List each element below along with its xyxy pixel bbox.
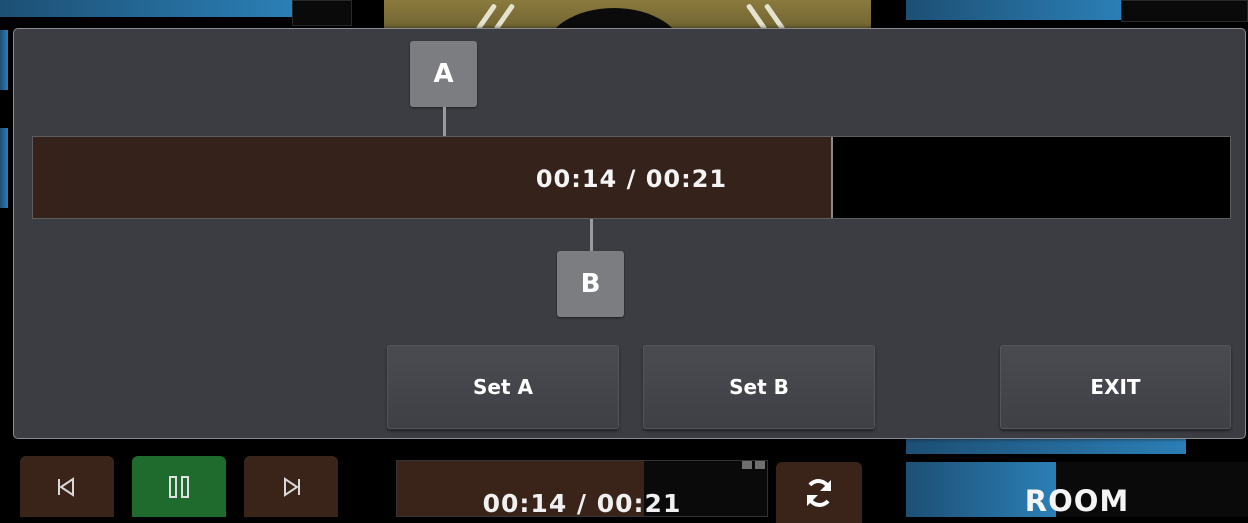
repeat-icon	[802, 476, 836, 510]
set-b-button[interactable]: Set B	[643, 345, 875, 429]
previous-track-button[interactable]	[20, 456, 114, 517]
ab-repeat-dialog: A 00:14 / 00:21 B Set A Set B EXIT	[13, 28, 1246, 439]
room-label: ROOM	[1024, 484, 1130, 517]
album-art-stroke	[493, 3, 516, 31]
ab-time-label: 00:14 / 00:21	[535, 165, 728, 193]
next-track-button[interactable]	[244, 456, 338, 517]
album-art-stroke	[763, 3, 786, 31]
repeat-button[interactable]	[776, 462, 862, 523]
progress-indicator-dots	[742, 461, 765, 469]
skip-previous-icon	[56, 476, 78, 498]
ab-progress-track[interactable]: 00:14 / 00:21	[32, 136, 1231, 219]
marker-a-connector	[443, 107, 446, 136]
zone-volume-bar-right	[906, 0, 1121, 20]
side-edge-left-1	[0, 30, 8, 90]
marker-b-connector	[590, 219, 593, 251]
background-panel-right	[1121, 0, 1248, 22]
player-progress-bar[interactable]: 00:14 / 00:21	[396, 460, 768, 517]
pause-icon	[166, 474, 192, 500]
skip-next-icon	[280, 476, 302, 498]
side-edge-left-2	[0, 128, 8, 208]
marker-a[interactable]: A	[410, 41, 477, 107]
player-time-label: 00:14 / 00:21	[482, 489, 682, 517]
room-selector[interactable]: ROOM	[906, 462, 1248, 517]
background-panel-left	[292, 0, 352, 26]
zone-volume-bar-left	[0, 0, 292, 17]
exit-button[interactable]: EXIT	[1000, 345, 1231, 429]
marker-b[interactable]: B	[557, 251, 624, 317]
set-a-button[interactable]: Set A	[387, 345, 619, 429]
pause-button[interactable]	[132, 456, 226, 517]
